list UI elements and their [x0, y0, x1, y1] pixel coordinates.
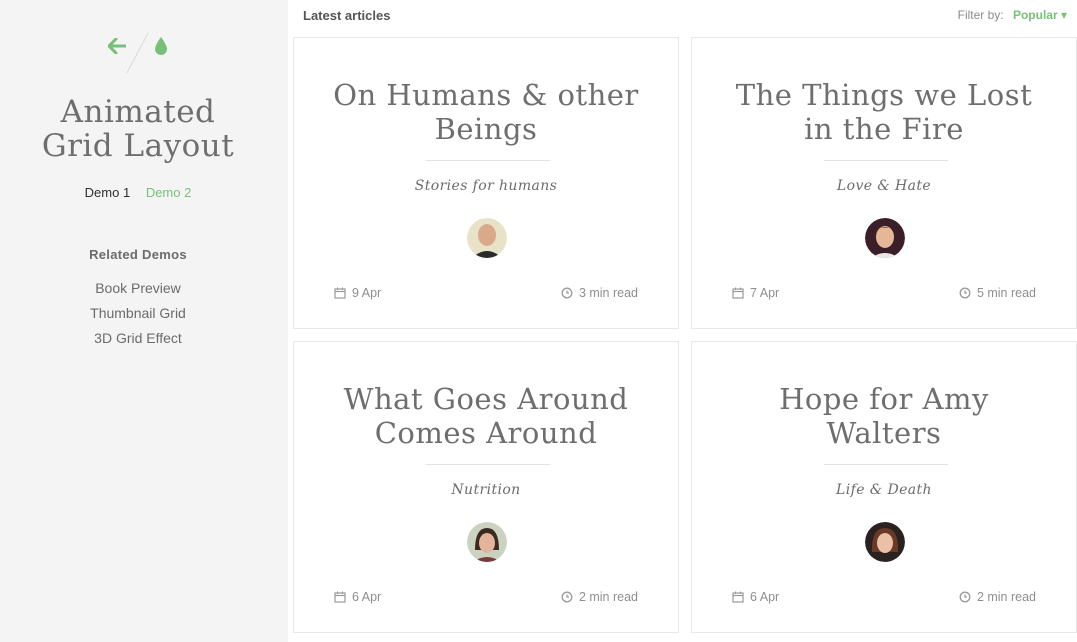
article-title-line1: Hope for Amy — [779, 382, 989, 416]
article-category: Nutrition — [451, 482, 521, 498]
article-title-line1: What Goes Around — [343, 382, 629, 416]
droplet-icon[interactable] — [154, 37, 168, 55]
divider — [824, 160, 948, 161]
article-read-time: 2 min read — [561, 590, 638, 604]
clock-icon — [561, 287, 573, 299]
article-date-text: 7 Apr — [750, 286, 780, 300]
back-arrow-icon[interactable] — [108, 38, 126, 54]
avatar — [865, 218, 905, 258]
article-date: 9 Apr — [334, 286, 381, 300]
related-link-thumbnail-grid[interactable]: Thumbnail Grid — [0, 301, 276, 326]
article-title: Hope for Amy Walters — [692, 382, 1076, 450]
page-title: Animated Grid Layout — [0, 95, 276, 163]
article-card[interactable]: The Things we Lost in the Fire Love & Ha… — [691, 37, 1077, 329]
article-date-text: 6 Apr — [750, 590, 780, 604]
clock-icon — [959, 591, 971, 603]
article-read-time: 2 min read — [959, 590, 1036, 604]
article-title-line2: Beings — [434, 112, 538, 146]
divider — [126, 32, 149, 74]
article-date: 6 Apr — [732, 590, 779, 604]
filter-dropdown[interactable]: Popular ▾ — [1013, 8, 1067, 22]
article-title-line1: The Things we Lost — [735, 78, 1033, 112]
article-title: On Humans & other Beings — [294, 78, 678, 146]
sidebar: Animated Grid Layout Demo 1 Demo 2 Relat… — [0, 0, 288, 642]
sidebar-top-icons — [0, 28, 276, 74]
clock-icon — [959, 287, 971, 299]
page-title-line1: Animated — [60, 94, 216, 130]
article-title-line2: in the Fire — [804, 112, 964, 146]
article-card[interactable]: On Humans & other Beings Stories for hum… — [293, 37, 679, 329]
article-category: Life & Death — [836, 482, 932, 498]
article-title: The Things we Lost in the Fire — [692, 78, 1076, 146]
avatar — [467, 522, 507, 562]
article-read-time: 5 min read — [959, 286, 1036, 300]
related-link-3d-grid-effect[interactable]: 3D Grid Effect — [0, 326, 276, 351]
article-card[interactable]: What Goes Around Comes Around Nutrition … — [293, 341, 679, 633]
calendar-icon — [732, 591, 744, 603]
article-read-time-text: 2 min read — [578, 590, 638, 604]
article-category: Stories for humans — [414, 178, 558, 194]
avatar — [467, 218, 507, 258]
article-date: 6 Apr — [334, 590, 381, 604]
article-read-time: 3 min read — [561, 286, 638, 300]
related-demos-list: Book Preview Thumbnail Grid 3D Grid Effe… — [0, 276, 276, 351]
article-date: 7 Apr — [732, 286, 779, 300]
article-read-time-text: 5 min read — [976, 286, 1036, 300]
demo-1-link[interactable]: Demo 1 — [85, 185, 131, 200]
page-title-line2: Grid Layout — [41, 128, 235, 164]
related-link-book-preview[interactable]: Book Preview — [0, 276, 276, 301]
article-card[interactable]: Hope for Amy Walters Life & Death 6 Apr … — [691, 341, 1077, 633]
filter: Filter by: Popular ▾ — [958, 8, 1067, 22]
article-title-line2: Comes Around — [374, 416, 598, 450]
calendar-icon — [334, 591, 346, 603]
article-category: Love & Hate — [836, 178, 932, 194]
filter-label: Filter by: — [957, 8, 1004, 22]
article-read-time-text: 3 min read — [578, 286, 638, 300]
latest-articles-heading: Latest articles — [303, 8, 391, 23]
article-title-line1: On Humans & other — [333, 78, 639, 112]
avatar — [865, 522, 905, 562]
article-date-text: 9 Apr — [352, 286, 382, 300]
related-demos-heading: Related Demos — [89, 247, 187, 262]
divider — [426, 464, 550, 465]
calendar-icon — [732, 287, 744, 299]
article-read-time-text: 2 min read — [976, 590, 1036, 604]
divider — [426, 160, 550, 161]
demo-links: Demo 1 Demo 2 — [0, 185, 276, 200]
topbar: Latest articles Filter by: Popular ▾ — [288, 0, 1077, 30]
divider — [824, 464, 948, 465]
calendar-icon — [334, 287, 346, 299]
demo-2-link[interactable]: Demo 2 — [146, 185, 192, 200]
article-title: What Goes Around Comes Around — [294, 382, 678, 450]
article-title-line2: Walters — [826, 416, 942, 450]
article-date-text: 6 Apr — [352, 590, 382, 604]
clock-icon — [561, 591, 573, 603]
